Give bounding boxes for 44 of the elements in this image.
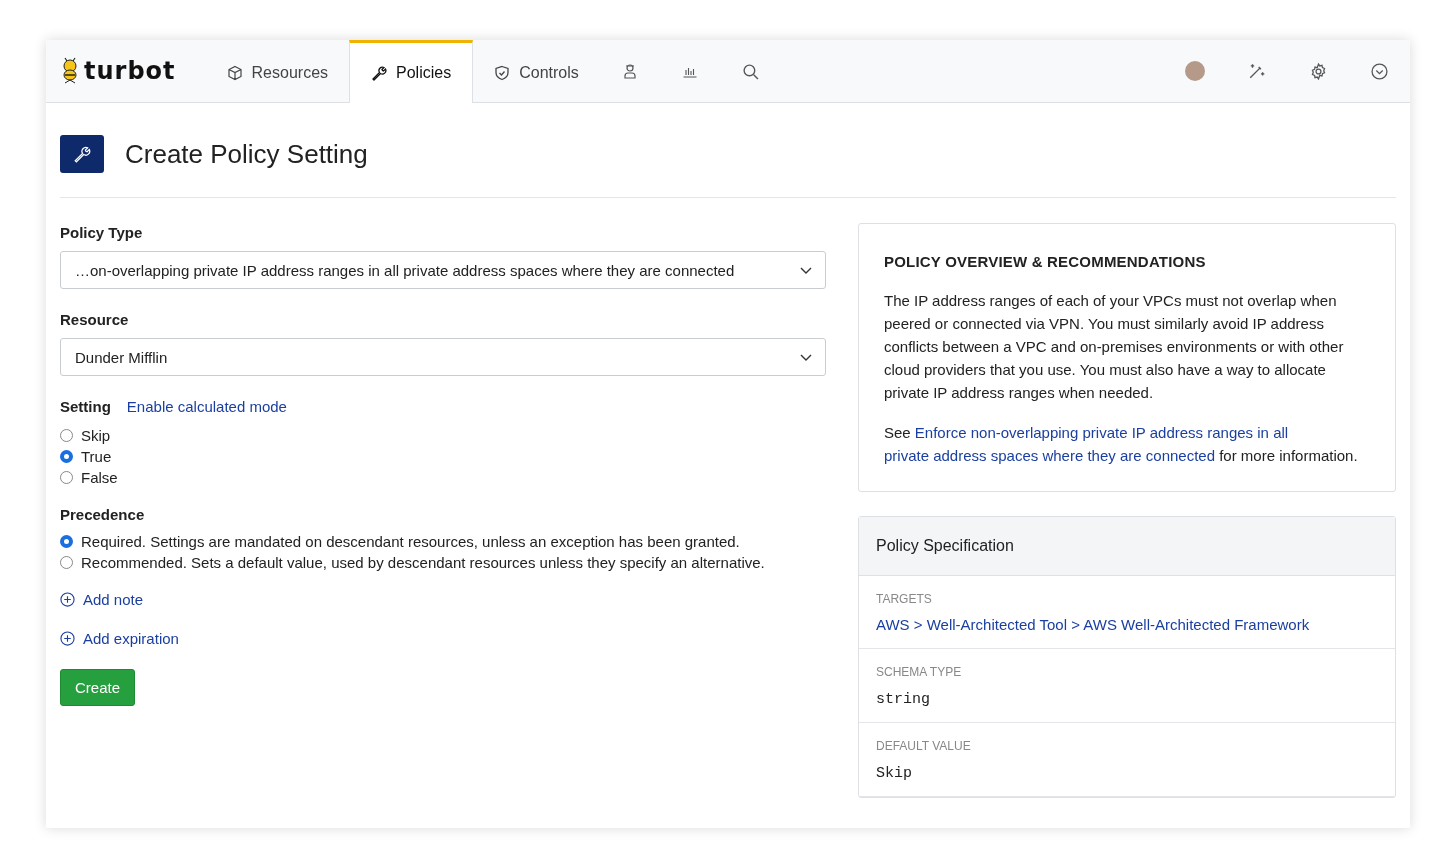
field-label: Precedence xyxy=(60,506,146,523)
radio-label: Recommended. Sets a default value, used by descendant resources unless they specify an alternative. xyxy=(81,554,765,571)
radio-label: True xyxy=(81,448,112,465)
radio-button[interactable] xyxy=(60,450,73,463)
section-label: SCHEMA TYPE xyxy=(876,665,963,679)
target-link[interactable]: AWS > Well-Architected Tool > AWS Well-Architected Framework xyxy=(876,616,1310,633)
bee-logo-icon xyxy=(60,57,80,85)
plus-circle-icon xyxy=(60,631,75,646)
cube-icon xyxy=(226,64,243,81)
code-value: string xyxy=(876,691,930,708)
page-title: Create Policy Setting xyxy=(125,138,368,170)
nav-tab[interactable]: Controls xyxy=(473,40,600,102)
card-header: Policy Specification xyxy=(859,517,1395,576)
shield-check-icon xyxy=(494,64,511,81)
field-label: Setting xyxy=(60,398,111,415)
wrench-icon xyxy=(371,65,388,81)
radio-button[interactable] xyxy=(60,429,73,442)
wrench-icon xyxy=(60,135,104,173)
more-info-paragraph: See Enforce non-overlapping private IP address ranges in all private address spaces where they are connected for more information. xyxy=(884,423,1359,466)
radio-button[interactable] xyxy=(60,471,73,484)
overview-paragraph: The IP address ranges of each of your VPCs must not overlap when peered or connected via VPN. You must similarly avoid IP address conflicts between a VPC and on-premises environments or with other cloud providers that you use. You must also have a way to allocate private IP address ranges when needed. xyxy=(884,291,1345,403)
policy-link[interactable]: Enforce non-overlapping private IP address ranges in all xyxy=(914,424,1289,441)
radio-label: False xyxy=(81,469,118,486)
add-link[interactable]: Add note xyxy=(83,591,144,608)
radio-button[interactable] xyxy=(60,535,73,548)
section-label: DEFAULT VALUE xyxy=(876,739,972,753)
policy-type-dropdown[interactable]: …on-overlapping private IP address ranges in all private address spaces where they are connected xyxy=(60,251,826,289)
radio-label: Required. Settings are mandated on descendant resources, unless an exception has been granted. xyxy=(81,533,740,550)
code-value: Skip xyxy=(876,765,912,782)
avatar[interactable] xyxy=(1185,61,1205,81)
plus-circle-icon xyxy=(60,592,75,607)
logo-wordmark[interactable]: turbot xyxy=(84,57,176,85)
calculated-mode-link[interactable]: Enable calculated mode xyxy=(126,398,287,415)
nav-tab[interactable]: Policies xyxy=(349,40,474,103)
add-link[interactable]: Add expiration xyxy=(83,630,179,647)
field-label: Resource xyxy=(60,311,130,328)
nav-tab[interactable]: Resources xyxy=(205,40,350,102)
section-label: TARGETS xyxy=(876,592,933,606)
resource-dropdown[interactable]: Dunder Mifflin xyxy=(60,338,826,376)
card-title: POLICY OVERVIEW & RECOMMENDATIONS xyxy=(884,252,1207,272)
policy-link[interactable]: private address spaces where they are connected xyxy=(884,447,1216,464)
field-label: Policy Type xyxy=(60,224,144,241)
radio-button[interactable] xyxy=(60,556,73,569)
radio-label: Skip xyxy=(81,427,111,444)
